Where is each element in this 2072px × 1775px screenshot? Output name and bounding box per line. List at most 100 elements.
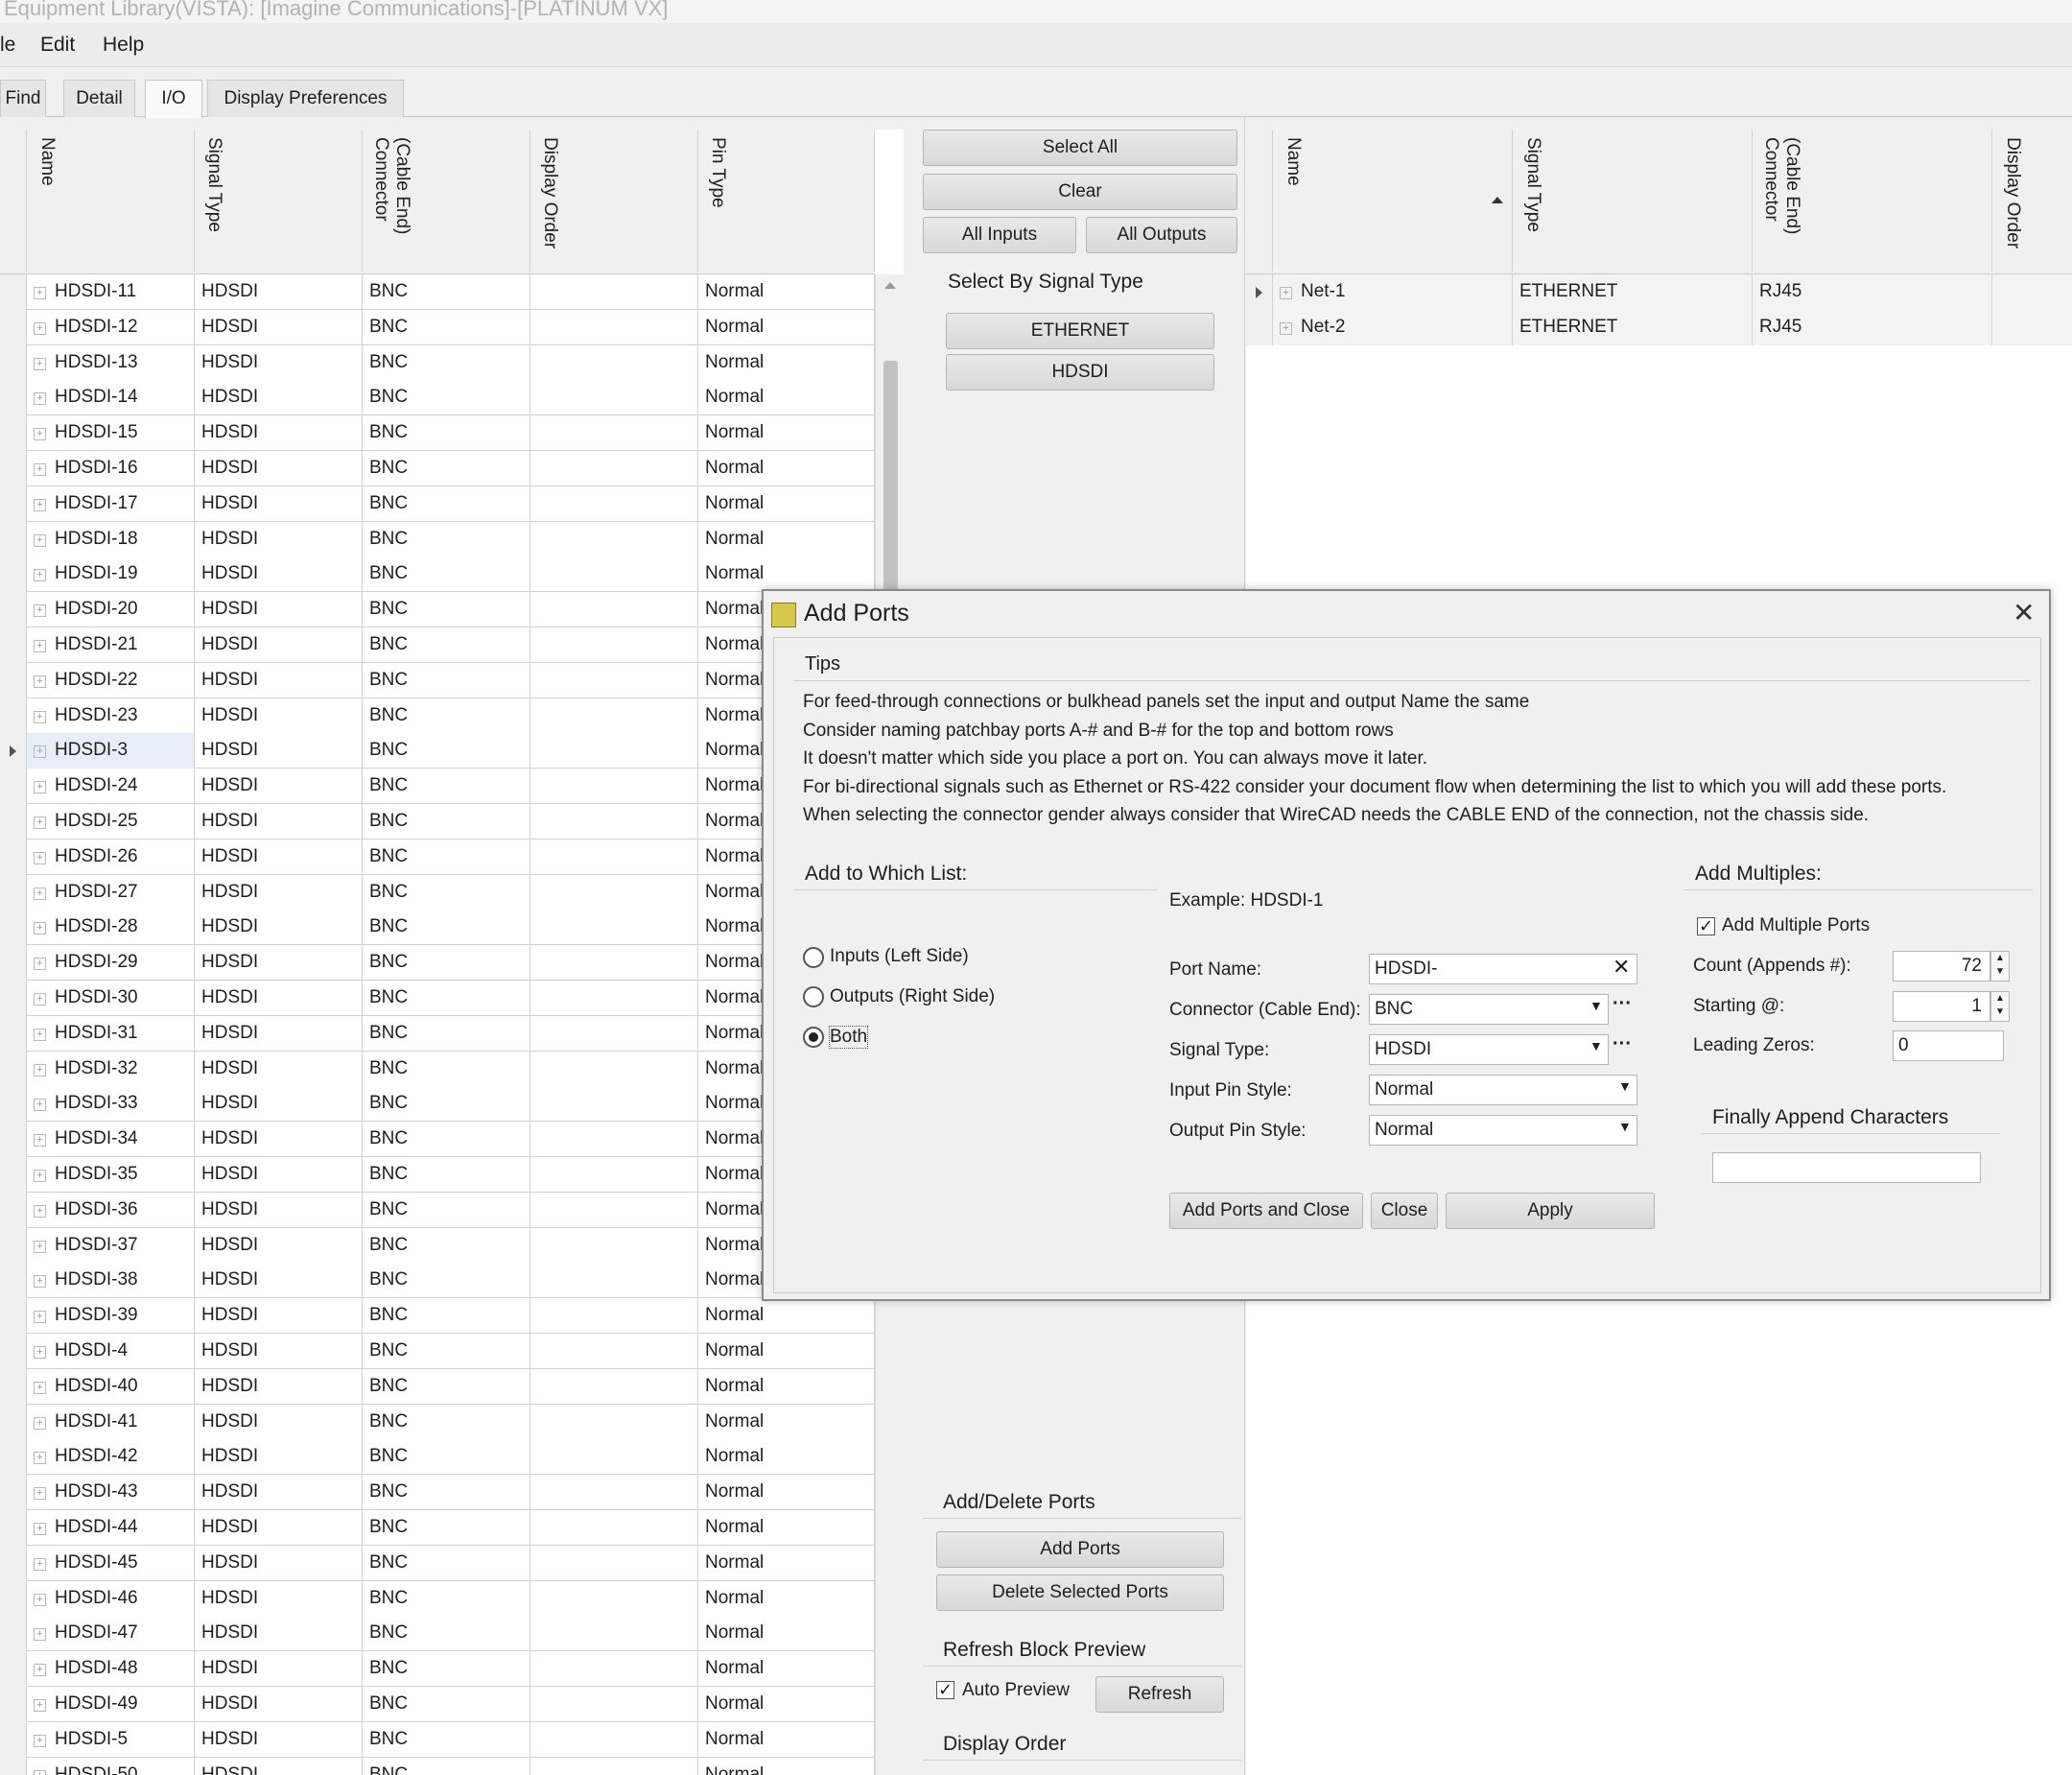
table-cell[interactable]: [530, 1757, 698, 1775]
table-cell[interactable]: BNC: [363, 415, 530, 452]
table-cell[interactable]: BNC: [363, 1368, 530, 1405]
table-cell[interactable]: + HDSDI-37: [27, 1227, 195, 1264]
row-indicator[interactable]: [0, 804, 27, 840]
table-cell[interactable]: + HDSDI-27: [27, 874, 195, 911]
table-cell[interactable]: + HDSDI-16: [27, 451, 195, 486]
table-cell[interactable]: + HDSDI-42: [27, 1439, 195, 1476]
table-cell[interactable]: BNC: [363, 1192, 530, 1228]
radio-outputs[interactable]: [803, 986, 824, 1007]
table-cell[interactable]: Normal: [698, 1616, 875, 1652]
table-cell[interactable]: HDSDI: [195, 1439, 363, 1476]
expand-icon[interactable]: +: [34, 1028, 46, 1041]
table-cell[interactable]: [530, 1439, 698, 1476]
table-cell[interactable]: + HDSDI-46: [27, 1580, 195, 1617]
table-cell[interactable]: [530, 415, 698, 452]
table-cell[interactable]: BNC: [363, 1651, 530, 1688]
table-cell[interactable]: + HDSDI-24: [27, 769, 195, 805]
expand-icon[interactable]: +: [34, 816, 46, 829]
add-multiple-ports-checkbox[interactable]: ✓: [1697, 917, 1715, 935]
row-indicator[interactable]: [0, 415, 27, 452]
table-cell[interactable]: [530, 1510, 698, 1546]
expand-icon[interactable]: +: [34, 781, 46, 794]
row-indicator[interactable]: [0, 1122, 27, 1158]
table-row[interactable]: + HDSDI-17 HDSDI BNC Normal: [0, 485, 875, 522]
tab-detail[interactable]: Detail: [63, 80, 135, 117]
table-cell[interactable]: + HDSDI-33: [27, 1086, 195, 1123]
table-cell[interactable]: HDSDI: [195, 1227, 363, 1264]
expand-icon[interactable]: +: [34, 1204, 46, 1218]
table-row[interactable]: + HDSDI-47 HDSDI BNC Normal: [0, 1616, 875, 1652]
table-cell[interactable]: + HDSDI-25: [27, 804, 195, 840]
table-cell[interactable]: [530, 1580, 698, 1617]
table-cell[interactable]: BNC: [363, 1051, 530, 1087]
expand-icon[interactable]: +: [34, 1240, 46, 1253]
table-cell[interactable]: [530, 698, 698, 734]
all-outputs-button[interactable]: All Outputs: [1086, 217, 1237, 253]
table-cell[interactable]: BNC: [363, 1510, 530, 1546]
table-cell[interactable]: + HDSDI-22: [27, 662, 195, 698]
connector-select[interactable]: BNC: [1369, 994, 1609, 1025]
count-input[interactable]: 72: [1893, 951, 1990, 982]
signal-type-hdsdi-button[interactable]: HDSDI: [946, 354, 1214, 390]
radio-both[interactable]: [803, 1027, 824, 1048]
table-cell[interactable]: [530, 1157, 698, 1193]
table-row[interactable]: + HDSDI-15 HDSDI BNC Normal: [0, 415, 875, 452]
row-indicator[interactable]: [0, 380, 27, 416]
table-cell[interactable]: Normal: [698, 1298, 875, 1335]
table-row[interactable]: + HDSDI-31 HDSDI BNC Normal: [0, 1015, 875, 1052]
table-cell[interactable]: + HDSDI-5: [27, 1721, 195, 1758]
expand-icon[interactable]: +: [34, 392, 46, 406]
table-row[interactable]: + HDSDI-46 HDSDI BNC Normal: [0, 1580, 875, 1617]
table-cell[interactable]: RJ45: [1753, 309, 1992, 345]
signal-type-select[interactable]: HDSDI: [1369, 1034, 1609, 1065]
clear-button[interactable]: Clear: [923, 174, 1237, 210]
table-cell[interactable]: Normal: [698, 1580, 875, 1617]
chevron-down-icon[interactable]: ▼: [1589, 998, 1603, 1013]
row-indicator[interactable]: [0, 874, 27, 911]
table-cell[interactable]: HDSDI: [195, 1298, 363, 1335]
expand-icon[interactable]: +: [34, 993, 46, 1006]
port-name-input[interactable]: HDSDI-: [1369, 954, 1637, 984]
radio-inputs[interactable]: [803, 947, 824, 968]
expand-icon[interactable]: +: [34, 1452, 46, 1465]
table-cell[interactable]: Normal: [698, 1651, 875, 1688]
table-row[interactable]: + HDSDI-24 HDSDI BNC Normal: [0, 769, 875, 805]
table-cell[interactable]: HDSDI: [195, 804, 363, 840]
expand-icon[interactable]: +: [34, 604, 46, 618]
table-cell[interactable]: [1992, 274, 2072, 310]
table-row[interactable]: + HDSDI-22 HDSDI BNC Normal: [0, 662, 875, 698]
row-indicator[interactable]: [0, 910, 27, 946]
row-indicator[interactable]: [0, 1651, 27, 1688]
table-cell[interactable]: BNC: [363, 1475, 530, 1511]
table-cell[interactable]: + HDSDI-19: [27, 556, 195, 593]
table-row[interactable]: + HDSDI-20 HDSDI BNC Normal: [0, 592, 875, 628]
table-cell[interactable]: HDSDI: [195, 415, 363, 452]
close-icon[interactable]: ✕: [2013, 597, 2035, 628]
table-cell[interactable]: [530, 1015, 698, 1052]
table-row[interactable]: + Net-2 ETHERNET RJ45: [1246, 309, 2072, 345]
table-cell[interactable]: Normal: [698, 451, 875, 486]
table-cell[interactable]: [530, 874, 698, 911]
table-row[interactable]: + HDSDI-39 HDSDI BNC Normal: [0, 1298, 875, 1335]
table-cell[interactable]: Normal: [698, 274, 875, 310]
table-cell[interactable]: Normal: [698, 1368, 875, 1405]
expand-icon[interactable]: +: [34, 1346, 46, 1359]
table-cell[interactable]: Normal: [698, 380, 875, 416]
table-cell[interactable]: HDSDI: [195, 1404, 363, 1440]
table-cell[interactable]: HDSDI: [195, 344, 363, 381]
table-row[interactable]: + HDSDI-14 HDSDI BNC Normal: [0, 380, 875, 416]
table-cell[interactable]: + HDSDI-14: [27, 380, 195, 416]
table-cell[interactable]: BNC: [363, 804, 530, 840]
table-row[interactable]: + HDSDI-35 HDSDI BNC Normal: [0, 1157, 875, 1193]
table-cell[interactable]: [530, 1475, 698, 1511]
expand-icon[interactable]: +: [34, 1063, 46, 1077]
table-cell[interactable]: [530, 1334, 698, 1369]
table-cell[interactable]: [530, 380, 698, 416]
table-cell[interactable]: [530, 945, 698, 982]
count-spinner[interactable]: ▲ ▼: [1990, 951, 2010, 982]
scroll-up-icon[interactable]: [884, 282, 896, 289]
table-row[interactable]: + HDSDI-16 HDSDI BNC Normal: [0, 451, 875, 486]
expand-icon[interactable]: +: [34, 1523, 46, 1535]
expand-icon[interactable]: +: [34, 1311, 46, 1324]
table-cell[interactable]: Normal: [698, 1404, 875, 1440]
